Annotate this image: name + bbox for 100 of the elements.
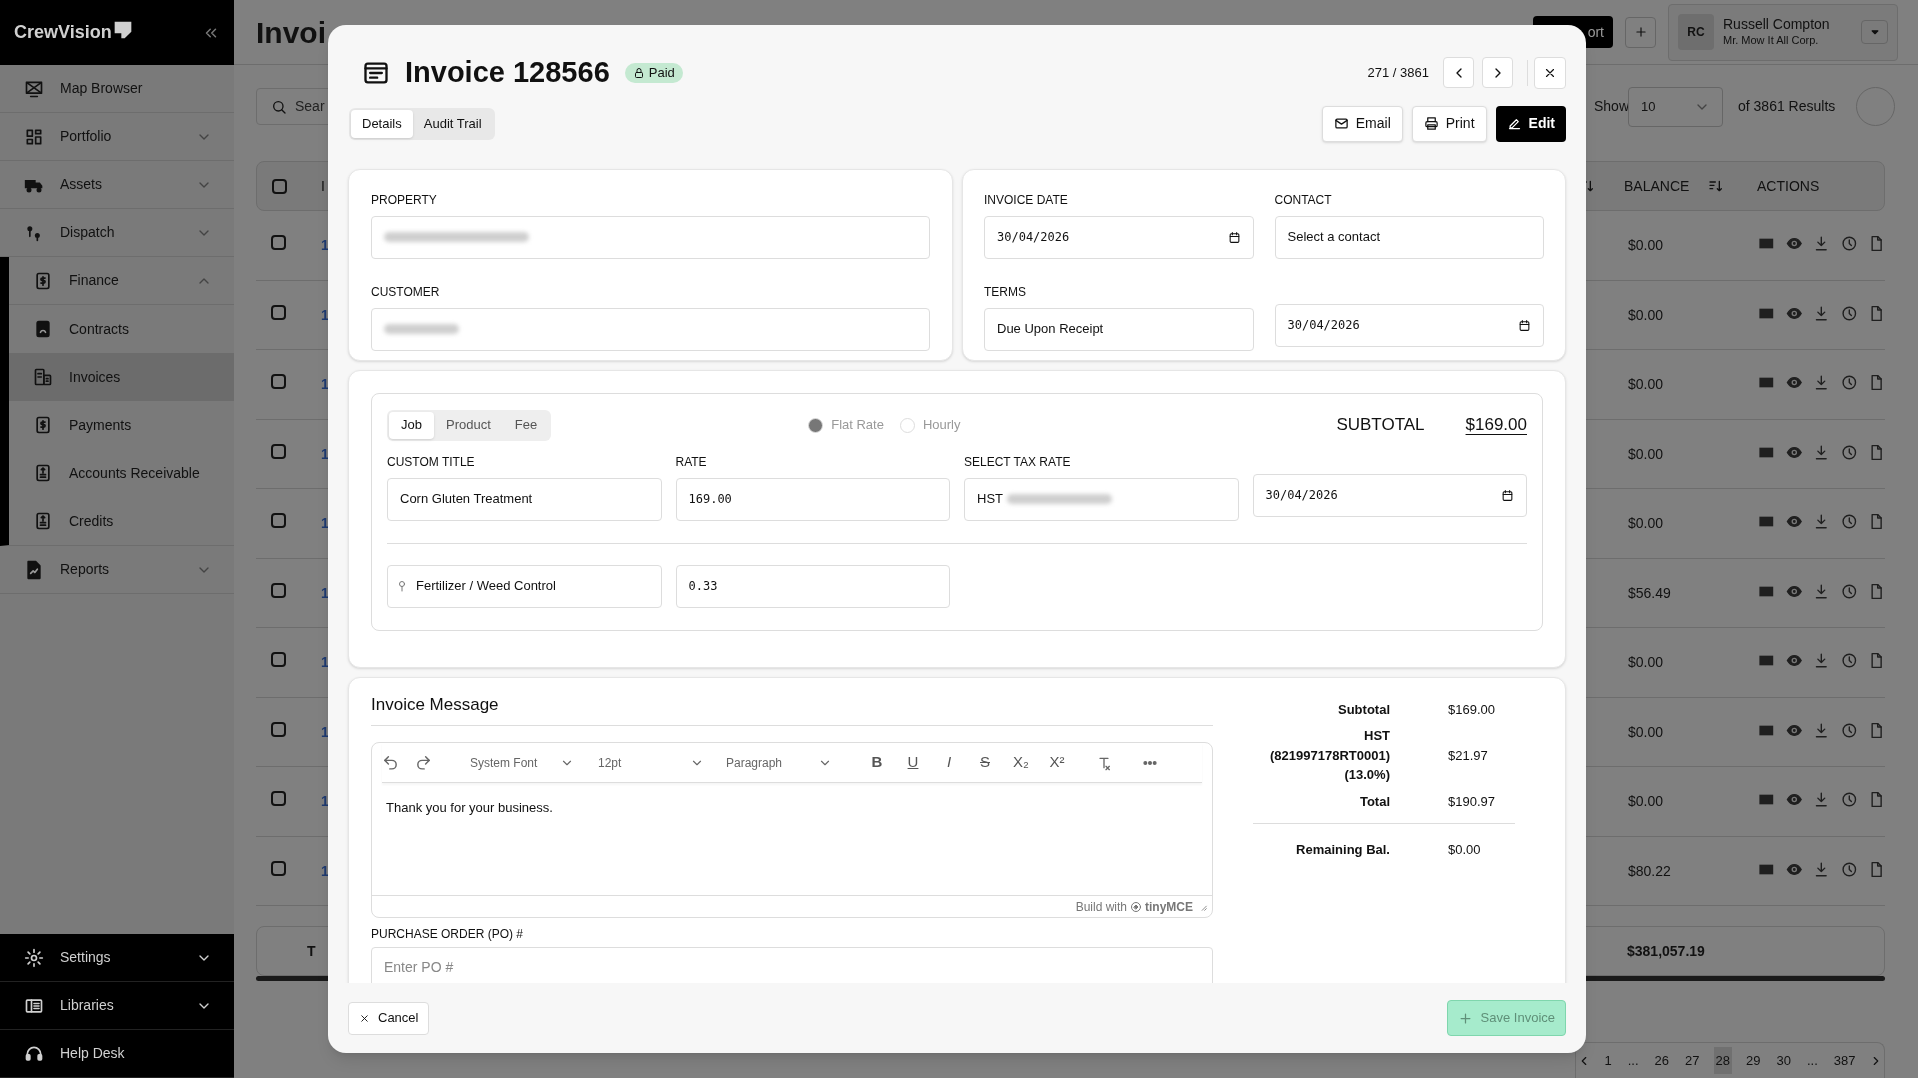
clock-icon[interactable] [1840,374,1858,391]
sidebar-item[interactable]: Help Desk [0,1030,234,1078]
clock-icon[interactable] [1840,513,1858,530]
font-family-select[interactable]: System Font [470,753,574,772]
block-format-select[interactable]: Paragraph [726,753,832,772]
file-icon[interactable] [1868,374,1885,391]
page-link[interactable]: ... [1804,1046,1820,1075]
file-icon[interactable] [1868,443,1885,461]
category-select[interactable]: Fertilizer / Weed Control [387,564,662,608]
download-icon[interactable] [1813,304,1830,322]
close-button[interactable] [1534,56,1566,89]
po-field[interactable]: Enter PO # [371,947,1213,983]
file-icon[interactable] [1868,582,1885,600]
sup-button[interactable]: X² [1046,751,1068,774]
page-link[interactable]: ... [1625,1046,1641,1075]
download-icon[interactable] [1813,582,1830,600]
eye-icon[interactable] [1785,374,1803,391]
page-link[interactable]: 387 [1831,1046,1858,1075]
eye-icon[interactable] [1785,235,1803,252]
sidebar-item[interactable]: Payments [9,401,234,449]
bold-button[interactable]: B [866,751,888,774]
radio-button[interactable] [808,417,824,433]
clock-icon[interactable] [1840,860,1858,878]
type-tab[interactable]: Job [389,411,434,439]
download-icon[interactable] [1813,443,1830,461]
invoice-link[interactable]: 1 [321,235,329,256]
sidebar-item[interactable]: Accounts Receivable [9,449,234,497]
eye-icon[interactable] [1785,791,1803,808]
user-card[interactable]: RC Russell Compton Mr. Mow It All Corp. [1668,3,1898,61]
file-icon[interactable] [1868,791,1885,808]
clock-icon[interactable] [1840,652,1858,669]
sidebar-item[interactable]: Invoices [9,353,234,401]
row-checkbox[interactable] [271,791,286,806]
clock-icon[interactable] [1840,443,1858,461]
font-size-select[interactable]: 12pt [598,753,704,772]
row-checkbox[interactable] [271,582,286,598]
invoice-link[interactable]: 1 [321,582,329,604]
page-link[interactable]: 1 [1602,1046,1614,1075]
rich-text-editor[interactable]: System Font 12pt Paragraph B U I S X₂ X² Thank you for your business. Build with tinyMCE [371,742,1213,918]
invoice-link[interactable]: 1 [321,652,329,673]
edit-button[interactable]: Edit [1495,105,1566,142]
invoice-link[interactable]: 1 [321,374,329,395]
file-icon[interactable] [1868,860,1885,878]
file-icon[interactable] [1868,304,1885,322]
invoice-link[interactable]: 1 [321,443,329,465]
download-icon[interactable] [1813,791,1830,808]
download-icon[interactable] [1813,374,1830,391]
row-checkbox[interactable] [271,721,286,737]
row-checkbox[interactable] [271,374,286,389]
sidebar-item[interactable]: Libraries [0,982,234,1030]
row-checkbox[interactable] [271,304,286,320]
file-icon[interactable] [1868,652,1885,669]
invoice-link[interactable]: 1 [321,721,329,743]
redo-icon[interactable] [415,754,432,771]
date-field[interactable]: 30/04/2026 [984,215,1254,259]
row-checkbox[interactable] [271,443,286,459]
page-link[interactable]: 26 [1652,1046,1672,1075]
terms-select[interactable]: Due Upon Receipt [984,307,1254,351]
next-button[interactable] [1482,57,1513,89]
clock-icon[interactable] [1840,304,1858,322]
tab[interactable]: Audit Trail [412,109,493,138]
undo-icon[interactable] [382,754,399,771]
strike-button[interactable]: S [974,751,996,774]
file-icon[interactable] [1868,513,1885,530]
file-icon[interactable] [1868,235,1885,252]
title-field[interactable]: Corn Gluten Treatment [387,477,662,521]
property-field[interactable] [371,215,930,259]
cancel-button[interactable]: Cancel [348,1001,430,1035]
page-link[interactable]: 27 [1683,1046,1702,1075]
quantity-field[interactable]: 0.33 [675,564,950,608]
underline-button[interactable]: U [902,751,924,774]
clock-icon[interactable] [1840,721,1858,739]
page-link[interactable]: 28 [1713,1046,1732,1075]
italic-button[interactable]: I [938,751,960,774]
sidebar-item[interactable]: Credits [9,497,234,545]
contact-select[interactable]: Select a contact [1274,215,1544,259]
add-button[interactable] [1625,16,1656,48]
customer-field[interactable] [371,307,930,351]
download-icon[interactable] [1813,860,1830,878]
file-icon[interactable] [1868,721,1885,739]
download-icon[interactable] [1813,721,1830,739]
type-tab[interactable]: Fee [502,411,550,439]
page-link[interactable]: 29 [1744,1046,1763,1075]
download-icon[interactable] [1813,235,1830,252]
clock-icon[interactable] [1840,235,1858,252]
sidebar-item[interactable]: Contracts [9,305,234,353]
invoice-link[interactable]: 1 [321,791,329,812]
radio-button[interactable] [899,417,915,433]
sidebar-item[interactable]: Reports [0,546,234,594]
date-field[interactable]: 30/04/2026 [1252,473,1527,517]
page-size-select[interactable]: 10 [1628,86,1723,127]
tab[interactable]: Details [351,109,413,138]
eye-icon[interactable] [1785,513,1803,530]
select-all-checkbox[interactable] [272,178,287,194]
clock-icon[interactable] [1840,582,1858,600]
print-button[interactable]: Print [1411,105,1487,142]
eye-icon[interactable] [1785,652,1803,669]
invoice-link[interactable]: 1 [321,513,329,534]
invoice-link[interactable]: 1 [321,860,329,882]
type-tab[interactable]: Product [433,411,503,439]
